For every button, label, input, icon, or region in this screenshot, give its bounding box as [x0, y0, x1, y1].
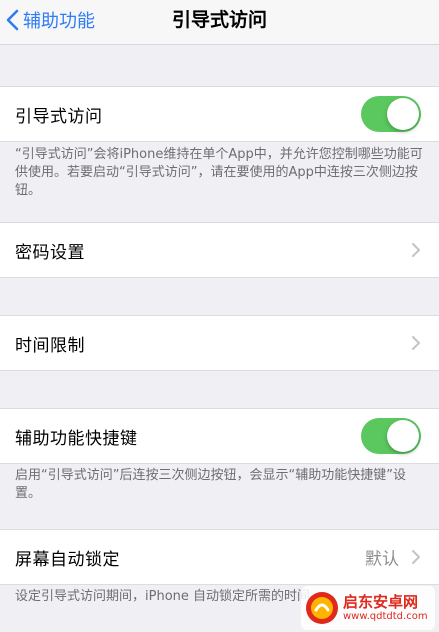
- guided-access-toggle[interactable]: [361, 96, 421, 132]
- time-limits-group: 时间限制: [0, 315, 439, 371]
- auto-lock-group: 屏幕自动锁定 默认: [0, 529, 439, 585]
- accessibility-shortcut-toggle[interactable]: [361, 418, 421, 454]
- chevron-right-icon: [412, 336, 420, 350]
- guided-access-row[interactable]: 引导式访问: [0, 87, 439, 141]
- guided-access-label: 引导式访问: [15, 106, 103, 127]
- page-title: 引导式访问: [171, 9, 267, 31]
- auto-lock-value: 默认: [365, 549, 399, 570]
- accessibility-shortcut-group: 辅助功能快捷键: [0, 408, 439, 464]
- toggle-knob: [387, 98, 419, 130]
- watermark: 启东安卓网 www.qdtdtd.com: [301, 586, 435, 630]
- passcode-settings-row[interactable]: 密码设置: [0, 223, 439, 277]
- accessibility-shortcut-row[interactable]: 辅助功能快捷键: [0, 409, 439, 463]
- watermark-url: www.qdtdtd.com: [343, 611, 428, 622]
- passcode-settings-label: 密码设置: [15, 242, 85, 263]
- chevron-right-icon: [412, 550, 420, 564]
- watermark-logo-icon: [306, 592, 338, 624]
- watermark-name: 启东安卓网: [343, 593, 419, 611]
- chevron-right-icon: [412, 243, 420, 257]
- time-limits-row[interactable]: 时间限制: [0, 316, 439, 370]
- passcode-group: 密码设置: [0, 222, 439, 278]
- accessibility-shortcut-label: 辅助功能快捷键: [15, 428, 138, 449]
- guided-access-footer: “引导式访问”会将iPhone维持在单个App中，并允许您控制哪些功能可供使用。…: [15, 147, 423, 198]
- time-limits-label: 时间限制: [15, 335, 85, 356]
- auto-lock-row[interactable]: 屏幕自动锁定 默认: [0, 530, 439, 584]
- auto-lock-label: 屏幕自动锁定: [15, 549, 120, 570]
- accessibility-shortcut-footer: 启用“引导式访问”后连按三次侧边按钮，会显示“辅助功能快捷键”设置。: [15, 468, 406, 501]
- toggle-knob: [387, 420, 419, 452]
- navigation-bar: 辅助功能 引导式访问: [0, 0, 439, 45]
- guided-access-group: 引导式访问: [0, 86, 439, 142]
